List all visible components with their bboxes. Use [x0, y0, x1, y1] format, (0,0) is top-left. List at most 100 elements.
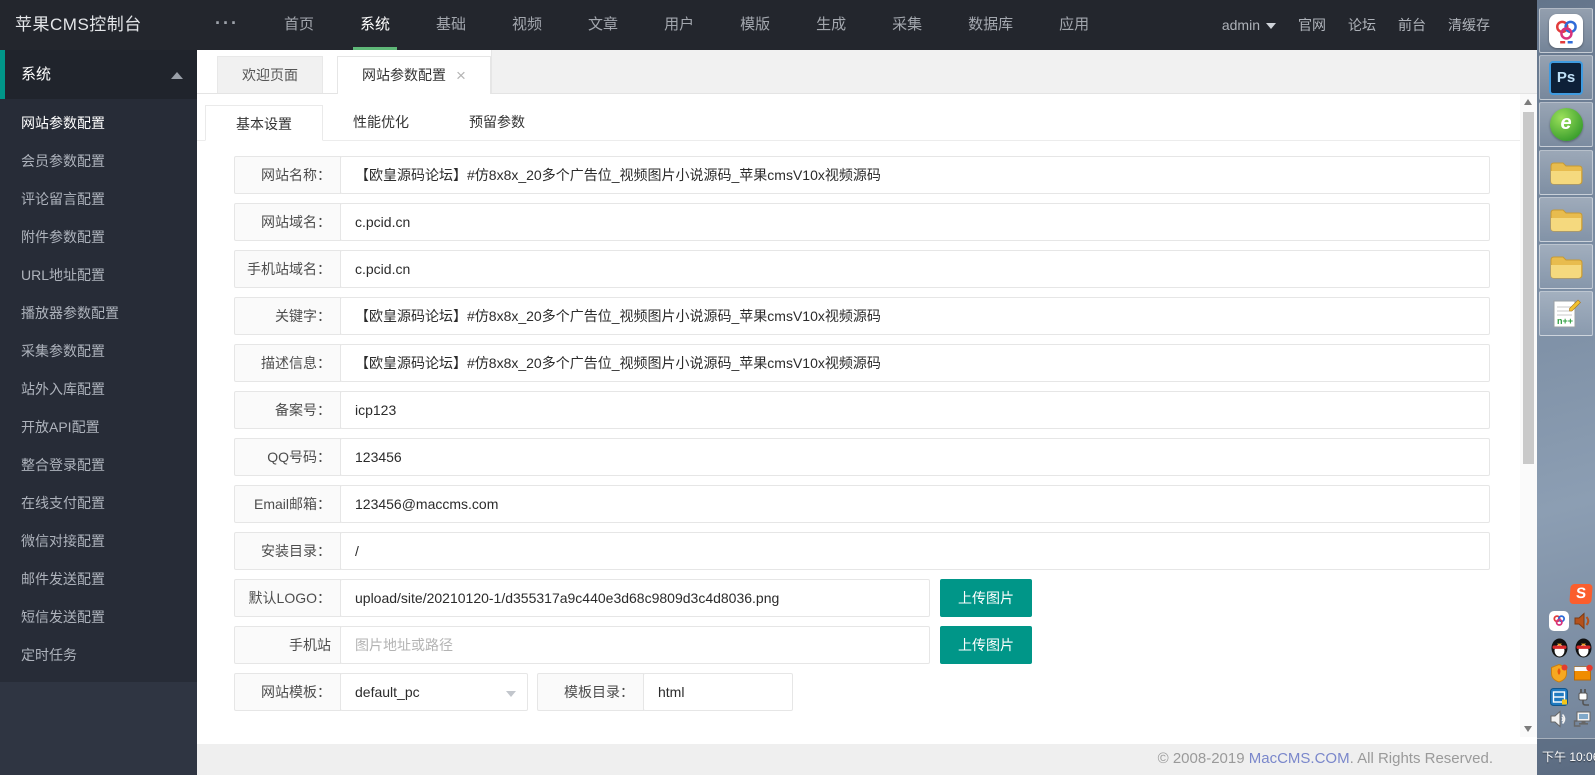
tray-qq-icon[interactable] — [1548, 636, 1570, 658]
form-row: 手机站域名： — [234, 250, 1490, 288]
desktop-icon-app-rings[interactable] — [1539, 8, 1593, 53]
mobile-logo-input[interactable] — [340, 626, 930, 664]
tray-plug-icon[interactable] — [1572, 686, 1594, 708]
sidebar-item-wechat[interactable]: 微信对接配置 — [0, 522, 197, 560]
tray-security-shield-icon[interactable] — [1548, 662, 1570, 684]
subtab-reserved-params[interactable]: 预留参数 — [439, 104, 555, 140]
sidebar-item-cron-task[interactable]: 定时任务 — [0, 636, 197, 674]
template-dir-input[interactable] — [643, 673, 793, 711]
nav-item-database[interactable]: 数据库 — [953, 0, 1028, 50]
sidebar-group-system[interactable]: 系统 — [0, 50, 197, 99]
rights-text: . All Rights Reserved. — [1349, 750, 1493, 767]
sidebar-item-open-api[interactable]: 开放API配置 — [0, 408, 197, 446]
desktop-icon-360-browser[interactable]: e — [1539, 102, 1593, 147]
tray-input-method-icon[interactable] — [1548, 686, 1570, 708]
nav-item-article[interactable]: 文章 — [573, 0, 633, 50]
tray-app-rings-icon[interactable] — [1548, 610, 1570, 632]
tray-volume-icon[interactable] — [1548, 708, 1570, 730]
link-official-site[interactable]: 官网 — [1287, 0, 1337, 50]
form-row: 手机站LOGO： 上传图片 — [234, 626, 1490, 689]
chevron-down-icon — [1266, 23, 1276, 30]
main-content: 欢迎页面 网站参数配置 × 基本设置 性能优化 预留参数 网站名称： 网站域名：… — [197, 50, 1537, 775]
folder-icon — [1550, 162, 1583, 184]
scroll-down-button[interactable] — [1520, 720, 1537, 737]
tray-network-icon[interactable] — [1572, 708, 1594, 730]
sidebar-item-mail-send[interactable]: 邮件发送配置 — [0, 560, 197, 598]
field-label-site-domain: 网站域名： — [234, 203, 341, 241]
mobile-domain-input[interactable] — [340, 250, 1490, 288]
tray-speaker-orange-icon[interactable] — [1572, 610, 1594, 632]
sidebar-item-site-params[interactable]: 网站参数配置 — [0, 104, 197, 142]
subtab-performance[interactable]: 性能优化 — [323, 104, 439, 140]
field-label-site-name: 网站名称： — [234, 156, 341, 194]
nav-item-video[interactable]: 视频 — [497, 0, 557, 50]
description-input[interactable] — [340, 344, 1490, 382]
site-template-select[interactable]: default_pc — [340, 673, 528, 711]
app-title: 苹果CMS控制台 — [15, 15, 142, 34]
nav-item-collect[interactable]: 采集 — [877, 0, 937, 50]
nav-item-system[interactable]: 系统 — [345, 0, 405, 50]
site-domain-input[interactable] — [340, 203, 1490, 241]
more-menu-icon[interactable]: ··· — [197, 0, 261, 50]
field-label-mobile-domain: 手机站域名： — [234, 250, 341, 288]
sidebar-item-online-pay[interactable]: 在线支付配置 — [0, 484, 197, 522]
scrollbar-thumb[interactable] — [1523, 112, 1534, 464]
upload-image-button[interactable]: 上传图片 — [940, 626, 1032, 664]
tab-site-params[interactable]: 网站参数配置 × — [337, 56, 491, 94]
desktop-icon-folder-3[interactable] — [1539, 244, 1593, 289]
form-row: 安装目录： — [234, 532, 1490, 570]
tray-qq-icon[interactable] — [1572, 636, 1594, 658]
sidebar-item-member-params[interactable]: 会员参数配置 — [0, 142, 197, 180]
upload-image-button[interactable]: 上传图片 — [940, 579, 1032, 617]
form-row: 默认LOGO： 上传图片 — [234, 579, 1490, 617]
tab-welcome[interactable]: 欢迎页面 — [217, 56, 323, 93]
close-tab-icon[interactable]: × — [456, 67, 466, 84]
sidebar-menu: 网站参数配置 会员参数配置 评论留言配置 附件参数配置 URL地址配置 播放器参… — [0, 99, 197, 682]
sidebar-item-attachment-params[interactable]: 附件参数配置 — [0, 218, 197, 256]
taskbar-clock[interactable]: 下午 10:06 — [1537, 738, 1595, 775]
desktop-icon-photoshop[interactable]: Ps — [1539, 55, 1593, 100]
desktop-icon-folder-2[interactable] — [1539, 197, 1593, 242]
topbar-right: admin 官网 论坛 前台 清缓存 — [1211, 0, 1537, 50]
sidebar-item-url-config[interactable]: URL地址配置 — [0, 256, 197, 294]
install-dir-input[interactable] — [340, 532, 1490, 570]
form-row: 描述信息： — [234, 344, 1490, 382]
sidebar-item-player-params[interactable]: 播放器参数配置 — [0, 294, 197, 332]
sidebar-item-comment-config[interactable]: 评论留言配置 — [0, 180, 197, 218]
nav-item-user[interactable]: 用户 — [649, 0, 709, 50]
user-menu[interactable]: admin — [1211, 0, 1287, 50]
vertical-scrollbar[interactable] — [1520, 94, 1537, 737]
sidebar-item-sms-send[interactable]: 短信发送配置 — [0, 598, 197, 636]
nav-item-template[interactable]: 模版 — [725, 0, 785, 50]
link-clear-cache[interactable]: 清缓存 — [1437, 0, 1501, 50]
site-config-form: 网站名称： 网站域名： 手机站域名： 关键字： 描述信息： 备案号： QQ号码： — [197, 141, 1537, 711]
subtab-basic-settings[interactable]: 基本设置 — [205, 105, 323, 141]
field-label-description: 描述信息： — [234, 344, 341, 382]
sidebar-item-collect-params[interactable]: 采集参数配置 — [0, 332, 197, 370]
desktop-icon-notepad-plus[interactable]: n++ — [1539, 291, 1593, 336]
maccms-link[interactable]: MacCMS.COM — [1249, 750, 1350, 767]
scroll-up-button[interactable] — [1520, 94, 1537, 111]
folder-icon — [1550, 256, 1583, 278]
sidebar-item-offsite-config[interactable]: 站外入库配置 — [0, 370, 197, 408]
keywords-input[interactable] — [340, 297, 1490, 335]
nav-item-home[interactable]: 首页 — [269, 0, 329, 50]
desktop-icon-folder-1[interactable] — [1539, 150, 1593, 195]
email-input[interactable] — [340, 485, 1490, 523]
link-frontend[interactable]: 前台 — [1387, 0, 1437, 50]
default-logo-input[interactable] — [340, 579, 930, 617]
form-row: 网站域名： — [234, 203, 1490, 241]
notepad-plus-icon: n++ — [1553, 299, 1581, 327]
sidebar-item-oauth-login[interactable]: 整合登录配置 — [0, 446, 197, 484]
chevron-down-icon — [506, 691, 516, 697]
site-name-input[interactable] — [340, 156, 1490, 194]
link-forum[interactable]: 论坛 — [1337, 0, 1387, 50]
icp-number-input[interactable] — [340, 391, 1490, 429]
tray-window-notification-icon[interactable] — [1572, 662, 1594, 684]
qq-number-input[interactable] — [340, 438, 1490, 476]
arrow-up-icon — [1524, 99, 1532, 105]
tray-sogou-icon[interactable]: S — [1569, 583, 1593, 605]
nav-item-basic[interactable]: 基础 — [421, 0, 481, 50]
nav-item-generate[interactable]: 生成 — [801, 0, 861, 50]
nav-item-apps[interactable]: 应用 — [1044, 0, 1104, 50]
